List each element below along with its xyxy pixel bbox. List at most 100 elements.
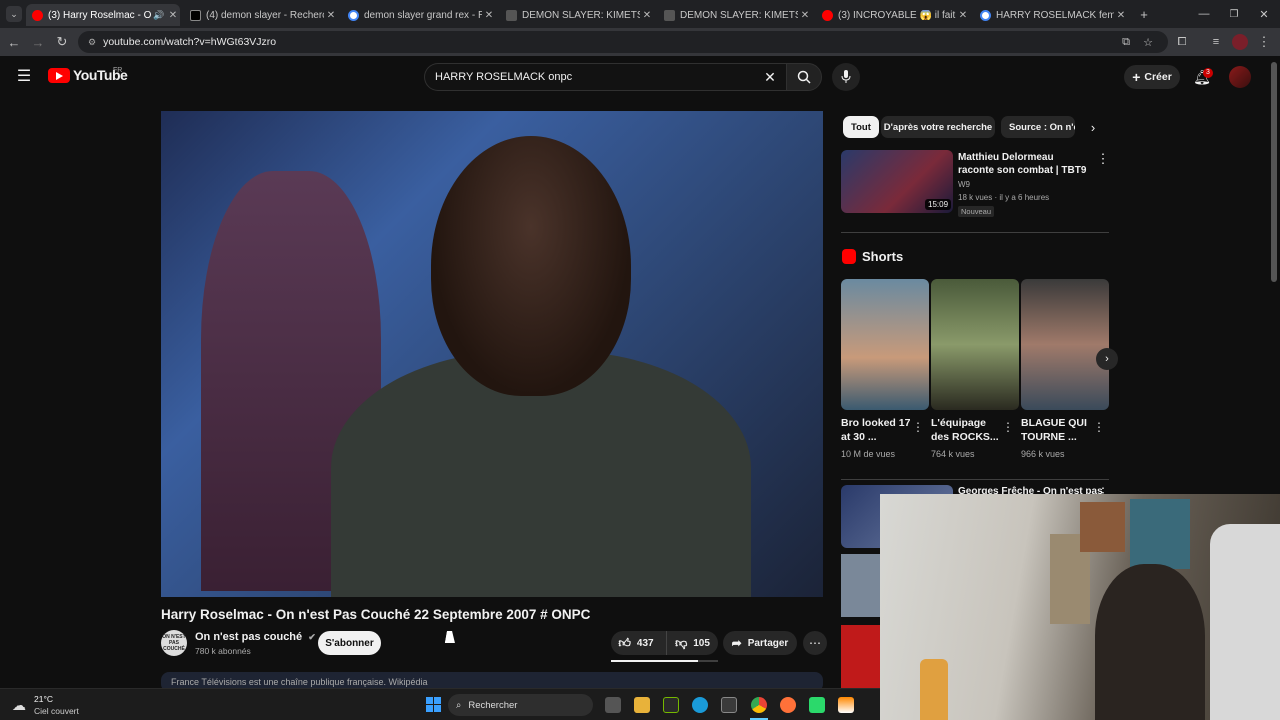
menu-kebab-icon[interactable]: ⋮ bbox=[1256, 34, 1272, 50]
media-icon[interactable]: ≡ bbox=[1208, 34, 1224, 50]
short-title[interactable]: Bro looked 17 at 30 ... bbox=[841, 416, 911, 444]
video-frame-person-head bbox=[431, 136, 631, 396]
tab-title: DEMON SLAYER: KIMETSU NO bbox=[680, 9, 798, 21]
subscribe-button[interactable]: S'abonner bbox=[318, 631, 381, 655]
dislike-button[interactable]: 👎︎ 105 bbox=[666, 631, 718, 655]
voice-search-button[interactable] bbox=[832, 63, 860, 91]
tab-google-1[interactable]: demon slayer grand rex - Rech ✕ bbox=[342, 4, 496, 26]
close-tab-icon[interactable]: ✕ bbox=[798, 10, 812, 21]
close-tab-icon[interactable]: ✕ bbox=[956, 10, 970, 21]
webcam-poster bbox=[1130, 499, 1190, 569]
tab-crunchyroll-1[interactable]: DEMON SLAYER: KIMETSU NO ✕ bbox=[500, 4, 654, 26]
restore-icon[interactable]: ❐ bbox=[1226, 6, 1242, 22]
extensions-icon[interactable]: ⧠ bbox=[1174, 34, 1190, 50]
file-explorer-icon[interactable] bbox=[634, 697, 650, 713]
channel-avatar[interactable]: ON N'EST PAS COUCHÉ bbox=[161, 630, 187, 656]
chips-next-icon[interactable]: › bbox=[1086, 119, 1100, 135]
crunchyroll-icon bbox=[664, 9, 675, 21]
recommendation-title[interactable]: Matthieu Delormeau raconte son combat | … bbox=[958, 151, 1088, 177]
close-tab-icon[interactable]: ✕ bbox=[166, 10, 180, 21]
tab-youtube-active[interactable]: (3) Harry Roselmac - On n'e 🔊 ✕ bbox=[26, 4, 180, 26]
close-tab-icon[interactable]: ✕ bbox=[1114, 10, 1128, 21]
search-button[interactable] bbox=[786, 63, 822, 91]
short-thumbnail[interactable] bbox=[1021, 279, 1109, 410]
close-tab-icon[interactable]: ✕ bbox=[640, 10, 654, 21]
tab-youtube-2[interactable]: (3) INCROYABLE 😱 il fait des ✕ bbox=[816, 4, 970, 26]
tab-x[interactable]: (4) demon slayer - Recherche / ✕ bbox=[184, 4, 338, 26]
chip-source[interactable]: Source : On n'es bbox=[1001, 116, 1075, 138]
edge-icon[interactable] bbox=[692, 697, 708, 713]
dislike-count: 105 bbox=[693, 637, 710, 649]
tab-search-icon[interactable]: ⌄ bbox=[6, 6, 22, 22]
store-icon[interactable] bbox=[721, 697, 737, 713]
short-menu-icon[interactable]: ⋮ bbox=[1093, 420, 1105, 434]
windows-start-icon[interactable] bbox=[426, 697, 441, 712]
speaker-icon[interactable]: 🔊 bbox=[152, 10, 166, 21]
site-info-icon[interactable]: ⚙ bbox=[88, 37, 96, 48]
taskbar-search[interactable]: ⌕ Rechercher bbox=[448, 694, 593, 716]
recommendation-menu-icon[interactable]: ⋮ bbox=[1096, 151, 1110, 167]
google-icon bbox=[348, 9, 359, 21]
channel-name[interactable]: On n'est pas couché ✔ bbox=[195, 631, 316, 643]
install-app-icon[interactable]: ⧉ bbox=[1118, 34, 1134, 50]
new-tab-icon[interactable]: + bbox=[1136, 6, 1152, 22]
hamburger-menu-icon[interactable]: ☰ bbox=[14, 67, 34, 85]
video-duration-badge: 15:09 bbox=[925, 199, 952, 210]
short-thumbnail[interactable] bbox=[931, 279, 1019, 410]
weather-temperature[interactable]: 21°C bbox=[34, 694, 53, 704]
page-scrollbar[interactable] bbox=[1271, 62, 1277, 282]
forward-icon[interactable]: → bbox=[30, 34, 46, 50]
reload-icon[interactable]: ↻ bbox=[54, 34, 70, 50]
vlc-icon[interactable] bbox=[838, 697, 854, 713]
divider bbox=[841, 232, 1109, 233]
chip-label: Source : On n'es bbox=[1009, 121, 1075, 133]
profile-icon[interactable] bbox=[1232, 34, 1248, 50]
chip-apres-recherche[interactable]: D'après votre recherche bbox=[881, 116, 995, 138]
create-button[interactable]: + Créer bbox=[1124, 65, 1180, 89]
more-actions-button[interactable]: ⋯ bbox=[803, 631, 827, 655]
recommendation-thumbnail[interactable] bbox=[841, 554, 881, 617]
address-bar[interactable]: ⚙ youtube.com/watch?v=hWGt63VJzro bbox=[78, 31, 1168, 53]
back-icon[interactable]: ← bbox=[6, 34, 22, 50]
plus-icon: + bbox=[1132, 69, 1141, 85]
tab-crunchyroll-2[interactable]: DEMON SLAYER: KIMETSU NO ✕ bbox=[658, 4, 812, 26]
like-button[interactable]: 👍︎ 437 bbox=[611, 631, 661, 655]
close-tab-icon[interactable]: ✕ bbox=[482, 10, 496, 21]
nvidia-icon[interactable] bbox=[663, 697, 679, 713]
short-menu-icon[interactable]: ⋮ bbox=[912, 420, 924, 434]
cloud-weather-icon[interactable]: ☁ bbox=[12, 697, 26, 714]
google-icon bbox=[980, 9, 991, 21]
chip-tout[interactable]: Tout bbox=[843, 116, 879, 138]
firefox-icon[interactable] bbox=[780, 697, 796, 713]
chip-label: D'après votre recherche bbox=[883, 121, 993, 133]
webcam-bottle bbox=[920, 659, 948, 720]
bookmark-star-icon[interactable]: ☆ bbox=[1140, 34, 1156, 50]
discord-like-icon[interactable] bbox=[809, 697, 825, 713]
share-arrow-icon: ➦ bbox=[731, 636, 742, 650]
tab-title: (3) Harry Roselmac - On n'e bbox=[48, 9, 152, 21]
recommendation-channel[interactable]: W9 bbox=[958, 180, 970, 189]
short-menu-icon[interactable]: ⋮ bbox=[1002, 420, 1014, 434]
task-view-icon[interactable] bbox=[605, 697, 621, 713]
minimize-icon[interactable]: — bbox=[1196, 6, 1212, 22]
close-window-icon[interactable]: ✕ bbox=[1256, 6, 1272, 22]
short-title[interactable]: L'équipage des ROCKS... bbox=[931, 416, 1001, 444]
recommendation-thumbnail[interactable] bbox=[841, 625, 881, 688]
short-title[interactable]: BLAGUE QUI TOURNE ... bbox=[1021, 416, 1091, 444]
create-label: Créer bbox=[1144, 71, 1172, 83]
account-avatar[interactable] bbox=[1229, 66, 1251, 88]
tab-google-2[interactable]: HARRY ROSELMACK femme - R ✕ bbox=[974, 4, 1128, 26]
chrome-icon[interactable] bbox=[751, 697, 767, 713]
share-button[interactable]: ➦ Partager bbox=[723, 631, 797, 655]
tab-title: DEMON SLAYER: KIMETSU NO bbox=[522, 9, 640, 21]
close-tab-icon[interactable]: ✕ bbox=[324, 10, 338, 21]
weather-description[interactable]: Ciel couvert bbox=[34, 706, 79, 716]
like-ratio-bar bbox=[611, 660, 718, 662]
shorts-next-button[interactable]: › bbox=[1096, 348, 1118, 370]
like-dislike-group: 👍︎ 437 👎︎ 105 bbox=[611, 631, 718, 655]
clear-search-icon[interactable]: ✕ bbox=[762, 68, 778, 86]
chip-label: Tout bbox=[851, 121, 871, 133]
short-thumbnail[interactable] bbox=[841, 279, 929, 410]
search-input[interactable]: HARRY ROSELMACK onpc bbox=[424, 63, 786, 91]
video-player[interactable] bbox=[161, 111, 823, 597]
